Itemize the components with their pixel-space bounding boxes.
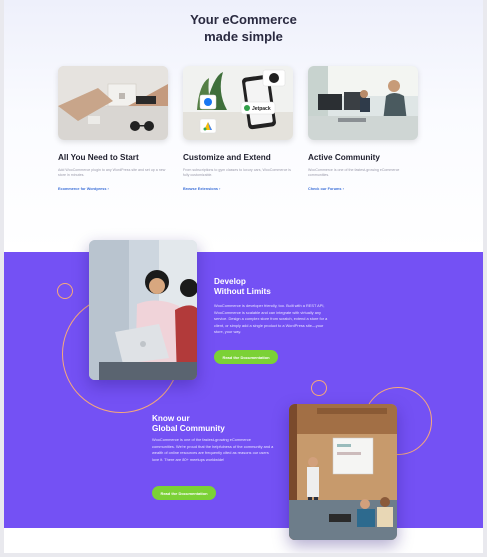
community-title-line2: Global Community (152, 424, 225, 433)
decor-ring-small (57, 283, 73, 299)
card-text: From subscriptions to gym classes to lux… (183, 168, 291, 177)
card-image-customize: Jetpack (183, 66, 293, 140)
card-title: Customize and Extend (183, 153, 271, 162)
photo-meetup (289, 404, 397, 540)
frame-bottom (0, 553, 487, 557)
community-title: Know our Global Community (152, 414, 225, 434)
photo-women-laptop (89, 240, 197, 380)
develop-docs-button[interactable]: Read the Documentation (214, 350, 278, 364)
card-link-ecommerce[interactable]: Ecommerce for Wordpress › (58, 187, 168, 191)
hero-title-line1: Your eCommerce (190, 12, 297, 27)
community-docs-button[interactable]: Read the Documentation (152, 486, 216, 500)
card-title: All You Need to Start (58, 153, 139, 162)
hero-title: Your eCommerce made simple (0, 11, 487, 45)
community-title-line1: Know our (152, 414, 190, 423)
frame-right (483, 0, 487, 557)
photo-office-people (308, 66, 418, 140)
develop-title-line1: Develop (214, 277, 246, 286)
develop-text: WooCommerce is developer friendly, too. … (214, 303, 328, 334)
card-all-you-need: All You Need to Start Add WooCommerce pl… (58, 66, 168, 191)
image-meetup (289, 404, 397, 540)
develop-title: Develop Without Limits (214, 277, 271, 297)
card-link-extensions[interactable]: Browse Extensions › (183, 187, 293, 191)
page: Your eCommerce made simple All You Need … (0, 0, 487, 557)
community-text: WooCommerce is one of the fastest-growin… (152, 437, 274, 462)
card-customize: Jetpack Customize and Extend From subscr… (183, 66, 293, 191)
photo-handshake-boxes (58, 66, 168, 140)
hero-title-line2: made simple (204, 29, 283, 44)
card-community: Active Community WooCommerce is one of t… (308, 66, 418, 191)
photo-phone-integrations: Jetpack (183, 66, 293, 140)
image-women-laptop (89, 240, 197, 380)
purple-section: Develop Without Limits WooCommerce is de… (4, 240, 483, 540)
develop-title-line2: Without Limits (214, 287, 271, 296)
jetpack-badge-text: Jetpack (252, 106, 271, 112)
card-text: WooCommerce is one of the fastest-growin… (308, 168, 400, 177)
card-title: Active Community (308, 153, 380, 162)
decor-ring-small-2 (311, 380, 327, 396)
card-image-community (308, 66, 418, 140)
card-link-forums[interactable]: Check our Forums › (308, 187, 418, 191)
card-text: Add WooCommerce plugin to any WordPress … (58, 168, 166, 177)
card-image-start (58, 66, 168, 140)
